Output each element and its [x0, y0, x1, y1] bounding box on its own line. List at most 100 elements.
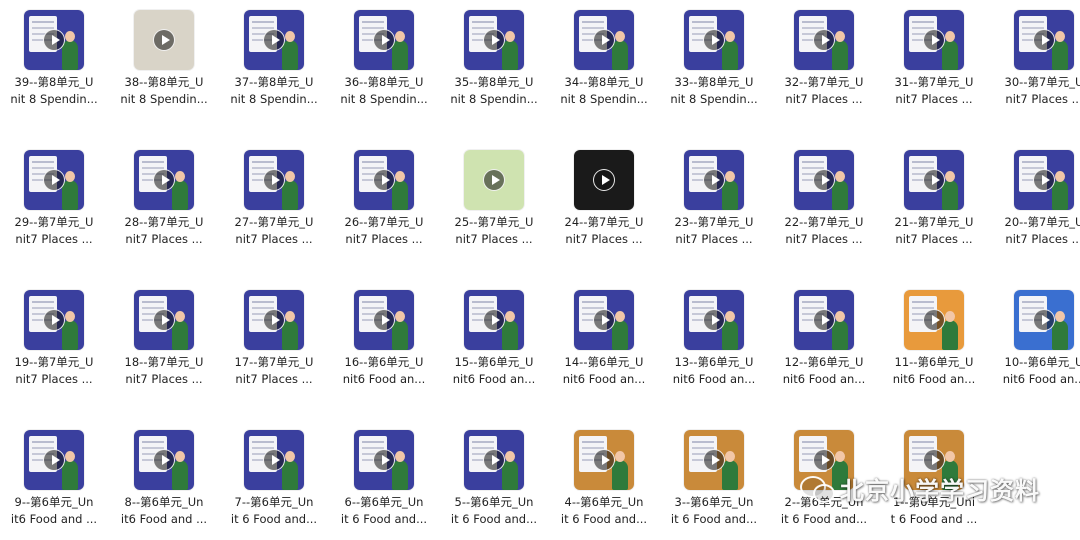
play-icon[interactable]	[153, 29, 175, 51]
play-icon[interactable]	[1033, 29, 1055, 51]
video-thumbnail[interactable]	[904, 290, 964, 350]
play-icon[interactable]	[373, 449, 395, 471]
play-icon[interactable]	[373, 309, 395, 331]
play-icon[interactable]	[1033, 309, 1055, 331]
video-thumbnail[interactable]	[464, 290, 524, 350]
video-file-item[interactable]: 36--第8单元_U nit 8 Spendin...	[336, 10, 432, 120]
video-thumbnail[interactable]	[244, 10, 304, 70]
video-file-item[interactable]: 25--第7单元_U nit7 Places ...	[446, 150, 542, 260]
play-icon[interactable]	[593, 169, 615, 191]
video-file-item[interactable]: 5--第6单元_Un it 6 Food and...	[446, 430, 542, 540]
play-icon[interactable]	[483, 449, 505, 471]
play-icon[interactable]	[813, 449, 835, 471]
video-thumbnail[interactable]	[24, 150, 84, 210]
video-file-item[interactable]: 17--第7单元_U nit7 Places ...	[226, 290, 322, 400]
video-file-item[interactable]: 20--第7单元_U nit7 Places ...	[996, 150, 1080, 260]
video-file-item[interactable]: 30--第7单元_U nit7 Places ...	[996, 10, 1080, 120]
play-icon[interactable]	[923, 29, 945, 51]
play-icon[interactable]	[593, 309, 615, 331]
video-thumbnail[interactable]	[24, 10, 84, 70]
play-icon[interactable]	[813, 169, 835, 191]
play-icon[interactable]	[263, 449, 285, 471]
video-file-item[interactable]: 34--第8单元_U nit 8 Spendin...	[556, 10, 652, 120]
play-icon[interactable]	[263, 169, 285, 191]
play-icon[interactable]	[483, 29, 505, 51]
video-file-item[interactable]: 18--第7单元_U nit7 Places ...	[116, 290, 212, 400]
play-icon[interactable]	[703, 449, 725, 471]
video-thumbnail[interactable]	[684, 430, 744, 490]
play-icon[interactable]	[1033, 169, 1055, 191]
play-icon[interactable]	[373, 29, 395, 51]
video-thumbnail[interactable]	[684, 290, 744, 350]
video-thumbnail[interactable]	[134, 150, 194, 210]
play-icon[interactable]	[703, 169, 725, 191]
video-file-item[interactable]: 9--第6单元_Un it6 Food and ...	[6, 430, 102, 540]
video-thumbnail[interactable]	[684, 10, 744, 70]
video-file-item[interactable]: 14--第6单元_U nit6 Food an...	[556, 290, 652, 400]
play-icon[interactable]	[703, 309, 725, 331]
video-thumbnail[interactable]	[574, 150, 634, 210]
play-icon[interactable]	[923, 169, 945, 191]
video-thumbnail[interactable]	[1014, 290, 1074, 350]
play-icon[interactable]	[593, 29, 615, 51]
video-thumbnail[interactable]	[24, 290, 84, 350]
video-file-item[interactable]: 26--第7单元_U nit7 Places ...	[336, 150, 432, 260]
video-thumbnail[interactable]	[464, 10, 524, 70]
video-file-item[interactable]: 32--第7单元_U nit7 Places ...	[776, 10, 872, 120]
video-thumbnail[interactable]	[354, 150, 414, 210]
video-thumbnail[interactable]	[904, 150, 964, 210]
video-file-item[interactable]: 13--第6单元_U nit6 Food an...	[666, 290, 762, 400]
video-thumbnail[interactable]	[354, 290, 414, 350]
play-icon[interactable]	[813, 29, 835, 51]
play-icon[interactable]	[43, 449, 65, 471]
play-icon[interactable]	[483, 309, 505, 331]
video-thumbnail[interactable]	[24, 430, 84, 490]
video-file-item[interactable]: 10--第6单元_U nit6 Food an...	[996, 290, 1080, 400]
video-file-item[interactable]: 8--第6单元_Un it6 Food and ...	[116, 430, 212, 540]
video-file-item[interactable]: 12--第6单元_U nit6 Food an...	[776, 290, 872, 400]
video-thumbnail[interactable]	[354, 10, 414, 70]
play-icon[interactable]	[43, 309, 65, 331]
video-file-item[interactable]: 15--第6单元_U nit6 Food an...	[446, 290, 542, 400]
play-icon[interactable]	[373, 169, 395, 191]
video-thumbnail[interactable]	[574, 290, 634, 350]
video-file-item[interactable]: 22--第7单元_U nit7 Places ...	[776, 150, 872, 260]
video-file-item[interactable]: 16--第6单元_U nit6 Food an...	[336, 290, 432, 400]
video-thumbnail[interactable]	[1014, 150, 1074, 210]
video-thumbnail[interactable]	[794, 290, 854, 350]
video-file-item[interactable]: 4--第6单元_Un it 6 Food and...	[556, 430, 652, 540]
video-thumbnail[interactable]	[1014, 10, 1074, 70]
video-file-item[interactable]: 23--第7单元_U nit7 Places ...	[666, 150, 762, 260]
play-icon[interactable]	[153, 169, 175, 191]
video-thumbnail[interactable]	[464, 430, 524, 490]
play-icon[interactable]	[813, 309, 835, 331]
video-thumbnail[interactable]	[464, 150, 524, 210]
video-file-item[interactable]: 3--第6单元_Un it 6 Food and...	[666, 430, 762, 540]
video-file-item[interactable]: 7--第6单元_Un it 6 Food and...	[226, 430, 322, 540]
video-thumbnail[interactable]	[244, 150, 304, 210]
play-icon[interactable]	[483, 169, 505, 191]
play-icon[interactable]	[43, 29, 65, 51]
video-file-item[interactable]: 27--第7单元_U nit7 Places ...	[226, 150, 322, 260]
video-thumbnail[interactable]	[684, 150, 744, 210]
play-icon[interactable]	[43, 169, 65, 191]
video-file-item[interactable]: 29--第7单元_U nit7 Places ...	[6, 150, 102, 260]
play-icon[interactable]	[923, 309, 945, 331]
play-icon[interactable]	[703, 29, 725, 51]
play-icon[interactable]	[153, 309, 175, 331]
play-icon[interactable]	[153, 449, 175, 471]
video-file-item[interactable]: 24--第7单元_U nit7 Places ...	[556, 150, 652, 260]
play-icon[interactable]	[263, 29, 285, 51]
video-file-item[interactable]: 37--第8单元_U nit 8 Spendin...	[226, 10, 322, 120]
video-file-item[interactable]: 19--第7单元_U nit7 Places ...	[6, 290, 102, 400]
video-file-item[interactable]: 31--第7单元_U nit7 Places ...	[886, 10, 982, 120]
video-thumbnail[interactable]	[244, 290, 304, 350]
video-file-item[interactable]: 39--第8单元_U nit 8 Spendin...	[6, 10, 102, 120]
video-file-item[interactable]: 21--第7单元_U nit7 Places ...	[886, 150, 982, 260]
video-file-item[interactable]: 6--第6单元_Un it 6 Food and...	[336, 430, 432, 540]
video-file-item[interactable]: 35--第8单元_U nit 8 Spendin...	[446, 10, 542, 120]
video-file-item[interactable]: 28--第7单元_U nit7 Places ...	[116, 150, 212, 260]
video-file-item[interactable]: 38--第8单元_U nit 8 Spendin...	[116, 10, 212, 120]
play-icon[interactable]	[923, 449, 945, 471]
video-thumbnail[interactable]	[904, 10, 964, 70]
